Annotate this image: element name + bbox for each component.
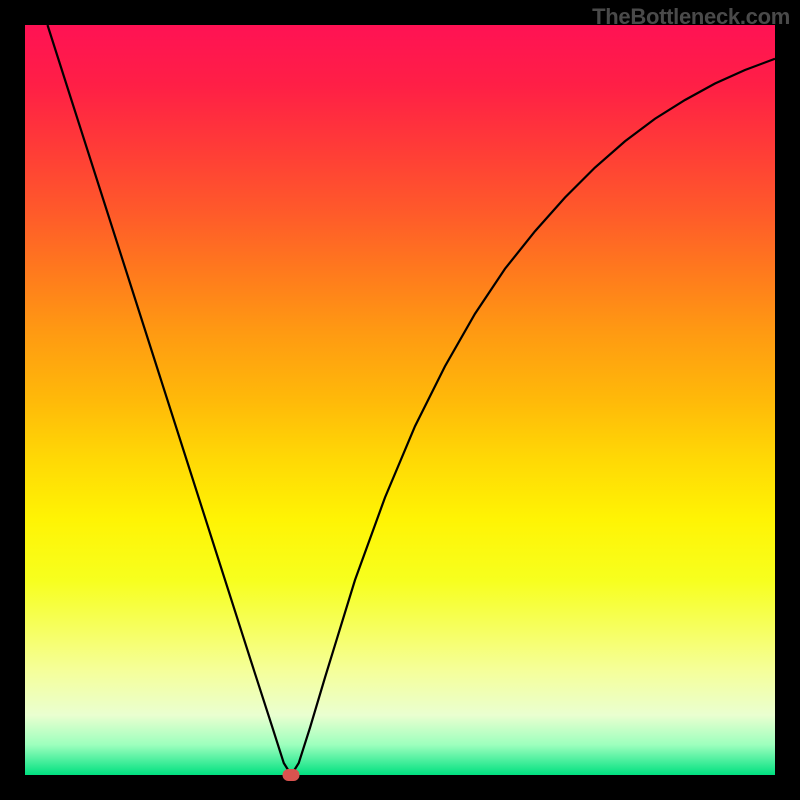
bottleneck-curve [48, 25, 776, 775]
chart-curve-layer [25, 25, 775, 775]
optimum-marker [283, 769, 300, 781]
watermark-label: TheBottleneck.com [592, 4, 790, 30]
